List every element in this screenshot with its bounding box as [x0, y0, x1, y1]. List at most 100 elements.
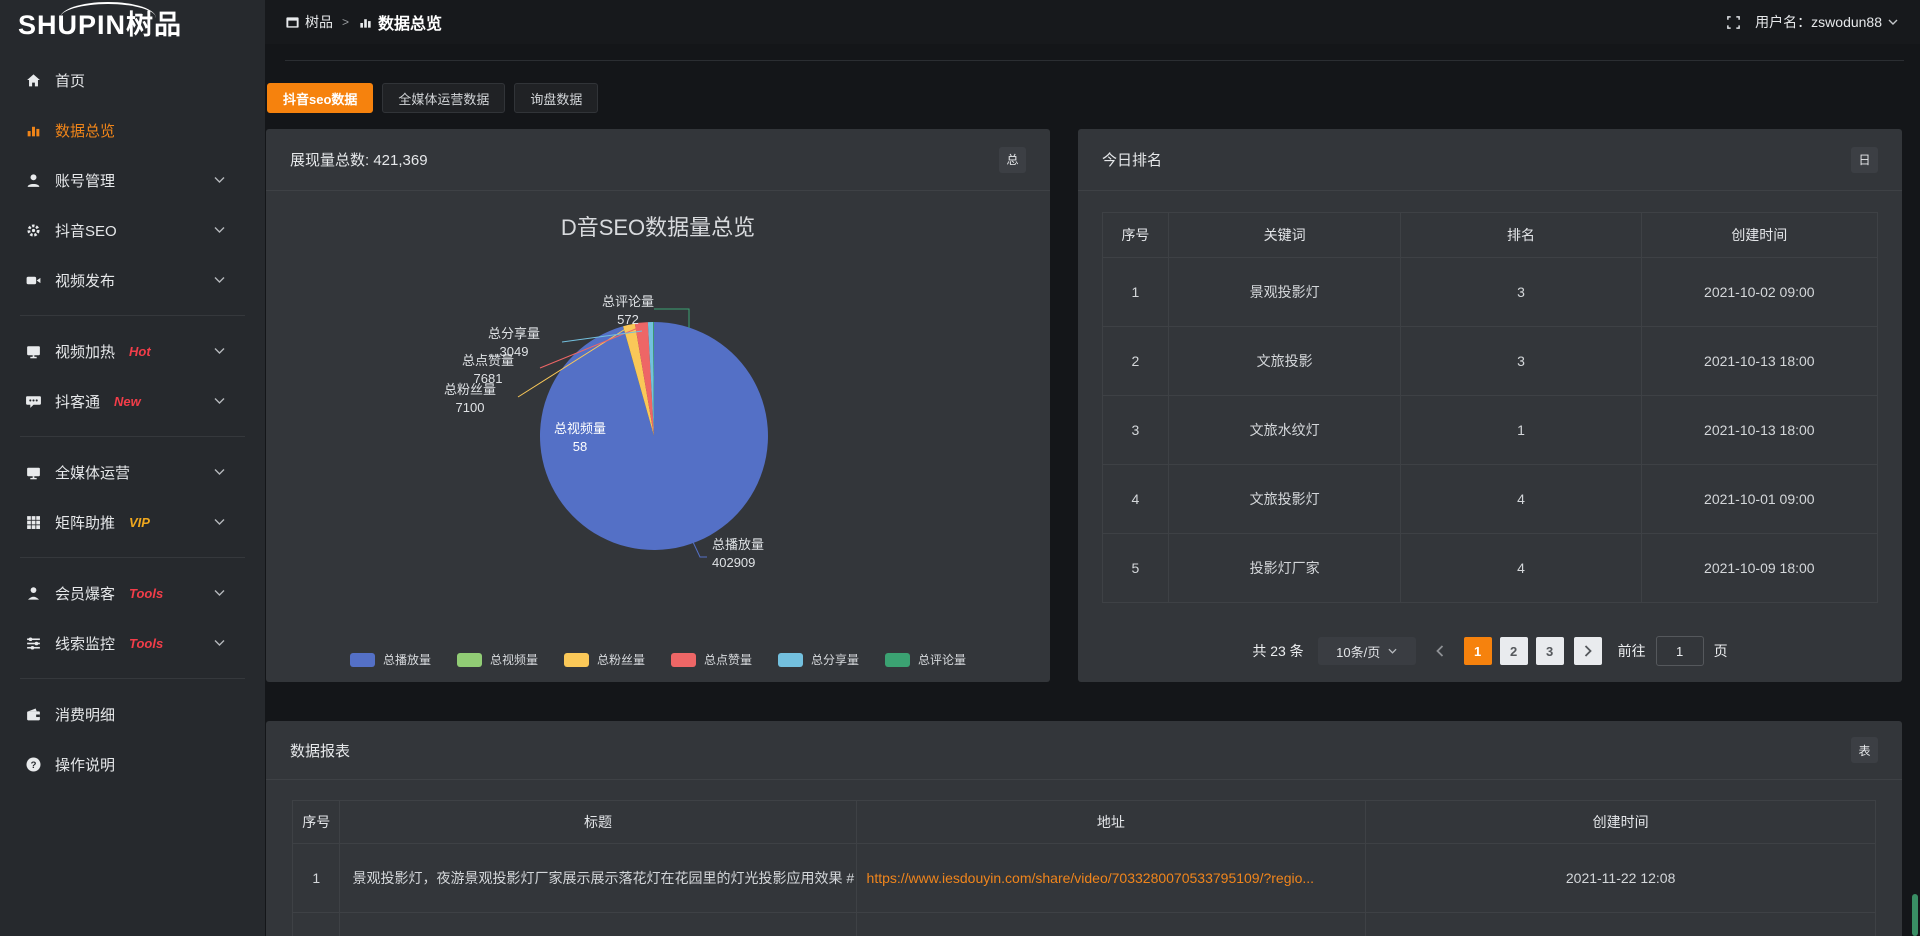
sidebar-item-label: 抖客通 [55, 391, 100, 412]
goto-unit: 页 [1714, 641, 1728, 661]
chevron-down-icon [1888, 19, 1898, 25]
sidebar-item-sliders[interactable]: 线索监控Tools [0, 618, 265, 668]
screen-icon [25, 343, 42, 360]
goto-page-input[interactable] [1656, 636, 1704, 666]
report-badge-button[interactable]: 表 [1851, 737, 1878, 763]
sidebar-item-grid[interactable]: 矩阵助推VIP [0, 497, 265, 547]
table-cell: 1 [293, 844, 340, 913]
table-cell: 文旅水纹灯 [1168, 396, 1401, 465]
page-button-3[interactable]: 3 [1536, 637, 1564, 665]
page-size-select[interactable]: 10条/页 [1318, 637, 1416, 665]
next-page-button[interactable] [1574, 637, 1602, 665]
breadcrumb-app[interactable]: 树品 [305, 12, 333, 32]
breadcrumb: 树品 > 数据总览 [285, 10, 442, 34]
table-row: 4文旅投影灯42021-10-01 09:00 [1103, 465, 1878, 534]
chevron-down-icon [214, 227, 225, 234]
column-header: 序号 [293, 801, 340, 844]
gear-icon [25, 222, 42, 239]
table-cell: 2021-10-01 09:00 [1641, 465, 1877, 534]
user-menu[interactable]: 用户名：zswodun88 [1755, 12, 1898, 32]
sidebar-item-label: 操作说明 [55, 754, 115, 775]
ranking-badge-button[interactable]: 日 [1851, 147, 1878, 173]
table-row: 1景观投影灯32021-10-02 09:00 [1103, 258, 1878, 327]
table-row [293, 913, 1876, 936]
sidebar: SHUPIN树品 首页数据总览账号管理抖音SEO视频发布视频加热 Hot 抖客通 Ne… [0, 0, 265, 936]
breadcrumb-page: 数据总览 [378, 10, 442, 34]
legend-label: 总视频量 [490, 651, 538, 668]
chat-icon [25, 393, 42, 410]
legend-swatch [457, 653, 482, 667]
ranking-card: 今日排名 日 序号关键词排名创建时间 1景观投影灯32021-10-02 09:… [1078, 129, 1902, 682]
legend-item-4[interactable]: 总分享量 [778, 651, 859, 668]
sidebar-item-badge: VIP [129, 515, 150, 530]
sidebar-item-badge: New [114, 394, 141, 409]
table-cell: 4 [1103, 465, 1169, 534]
sidebar-item-member[interactable]: 会员爆客Tools [0, 568, 265, 618]
sidebar-item-chat[interactable]: 抖客通 New [0, 376, 265, 426]
scrollbar-thumb[interactable] [1912, 894, 1918, 936]
column-header: 排名 [1401, 213, 1641, 258]
legend-item-3[interactable]: 总点赞量 [671, 651, 752, 668]
page-button-1[interactable]: 1 [1464, 637, 1492, 665]
video-link[interactable]: https://www.iesdouyin.com/share/video/70… [856, 844, 1366, 913]
pie-label-value: 7100 [456, 400, 485, 415]
sidebar-item-video-camera[interactable]: 视频发布 [0, 255, 265, 305]
chevron-down-icon [214, 348, 225, 355]
sidebar-nav: 首页数据总览账号管理抖音SEO视频发布视频加热 Hot 抖客通 New 全媒体运营矩阵助… [0, 44, 265, 789]
sidebar-item-label: 视频加热 [55, 341, 115, 362]
ranking-table: 序号关键词排名创建时间 1景观投影灯32021-10-02 09:002文旅投影… [1102, 212, 1878, 603]
prev-page-button[interactable] [1426, 637, 1454, 665]
legend-label: 总粉丝量 [597, 651, 645, 668]
overview-badge-button[interactable]: 总 [999, 147, 1026, 173]
overview-card: 展现量总数: 421,369 总 D音SEO数据量总览总播放量402909总视频… [266, 129, 1050, 682]
logo[interactable]: SHUPIN树品 [0, 0, 265, 44]
chevron-down-icon [214, 277, 225, 284]
page-button-2[interactable]: 2 [1500, 637, 1528, 665]
sidebar-item-screen[interactable]: 视频加热 Hot [0, 326, 265, 376]
pagination: 共 23 条 10条/页 123 前往 页 [1078, 636, 1902, 666]
sidebar-item-badge: Tools [129, 636, 163, 651]
sidebar-item-question[interactable]: ? 操作说明 [0, 739, 265, 789]
sidebar-item-bar-chart[interactable]: 数据总览 [0, 105, 265, 155]
legend-item-2[interactable]: 总粉丝量 [564, 651, 645, 668]
legend-item-1[interactable]: 总视频量 [457, 651, 538, 668]
tab-2[interactable]: 询盘数据 [514, 83, 598, 113]
sidebar-item-label: 会员爆客 [55, 583, 115, 604]
sidebar-item-monitor[interactable]: 全媒体运营 [0, 447, 265, 497]
question-icon: ? [25, 756, 42, 773]
table-cell: 3 [1103, 396, 1169, 465]
tab-1[interactable]: 全媒体运营数据 [382, 83, 505, 113]
sidebar-divider [20, 436, 245, 437]
pie-label-name: 总分享量 [488, 326, 540, 341]
ranking-card-header: 今日排名 日 [1078, 129, 1902, 191]
bar-chart-icon [25, 122, 42, 139]
table-cell: 投影灯厂家 [1168, 534, 1401, 603]
goto-label: 前往 [1618, 641, 1646, 661]
chart-title: D音SEO数据量总览 [561, 215, 755, 240]
window-icon [285, 15, 300, 30]
sidebar-item-wallet[interactable]: 消费明细 [0, 689, 265, 739]
topbar-right: 用户名：zswodun88 [1726, 12, 1898, 32]
svg-text:?: ? [31, 759, 37, 770]
table-cell: 景观投影灯 [1168, 258, 1401, 327]
chevron-down-icon [214, 398, 225, 405]
sidebar-item-label: 数据总览 [55, 120, 115, 141]
legend-swatch [350, 653, 375, 667]
table-cell: 3 [1401, 327, 1641, 396]
overview-card-header: 展现量总数: 421,369 总 [266, 129, 1050, 191]
sidebar-item-home[interactable]: 首页 [0, 55, 265, 105]
table-cell: 2021-10-09 18:00 [1641, 534, 1877, 603]
fullscreen-icon[interactable] [1726, 15, 1741, 30]
monitor-icon [25, 464, 42, 481]
report-card-header: 数据报表 表 [266, 721, 1902, 780]
tab-0[interactable]: 抖音seo数据 [267, 83, 373, 113]
legend-item-0[interactable]: 总播放量 [350, 651, 431, 668]
legend-item-5[interactable]: 总评论量 [885, 651, 966, 668]
table-cell: 文旅投影 [1168, 327, 1401, 396]
username-label: 用户名：zswodun88 [1755, 12, 1882, 32]
sidebar-item-user[interactable]: 账号管理 [0, 155, 265, 205]
table-row: 2文旅投影32021-10-13 18:00 [1103, 327, 1878, 396]
chevron-right-icon [1584, 645, 1592, 657]
sidebar-item-badge: Hot [129, 344, 151, 359]
sidebar-item-gear[interactable]: 抖音SEO [0, 205, 265, 255]
